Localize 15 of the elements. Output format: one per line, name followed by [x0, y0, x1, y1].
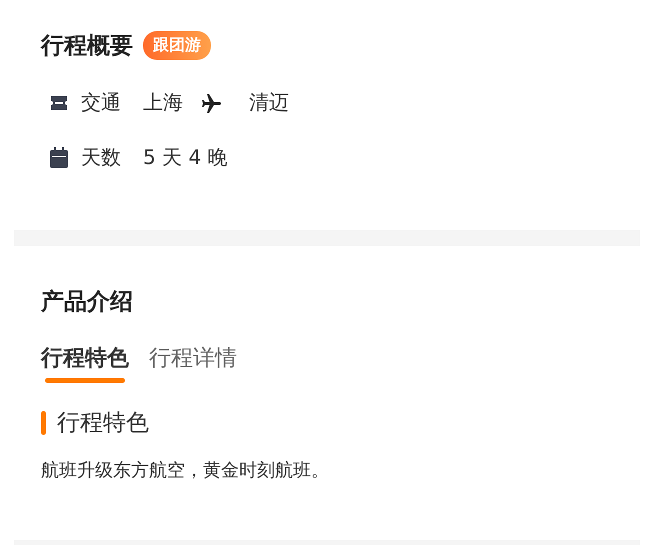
tab[interactable]: 行程特色 [41, 343, 129, 383]
ticket-icon [49, 94, 69, 112]
info-label: 天数 [81, 144, 121, 171]
calendar-icon [49, 146, 69, 168]
accent-bar [41, 410, 46, 434]
info-label: 交通 [81, 89, 121, 116]
destination-city: 清迈 [249, 89, 289, 116]
origin-city: 上海 [143, 89, 183, 116]
duration-value: 5 天 4 晚 [143, 144, 228, 171]
tour-badge: 跟团游 [143, 31, 211, 60]
subsection-title: 行程特色 [57, 409, 149, 438]
section-title: 产品介绍 [41, 288, 134, 317]
section-title: 行程概要 [41, 32, 133, 61]
description-text: 航班升级东方航空，黄金时刻航班。 [41, 459, 330, 482]
tab[interactable]: 行程详情 [149, 343, 237, 383]
